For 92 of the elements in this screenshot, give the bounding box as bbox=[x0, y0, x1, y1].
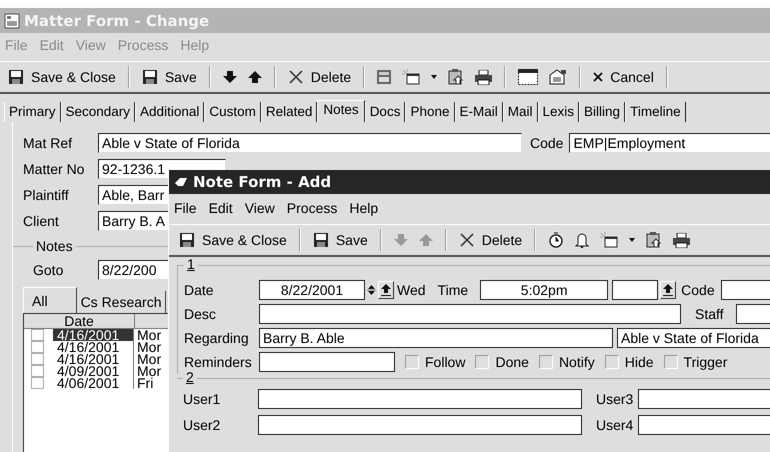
input-field[interactable] bbox=[259, 352, 395, 372]
delete-button[interactable]: Delete bbox=[454, 230, 526, 250]
save-button[interactable]: Save bbox=[308, 230, 372, 250]
list-cell: Mor bbox=[133, 353, 162, 365]
input-field[interactable] bbox=[638, 415, 770, 435]
list-cell[interactable]: 4/06/2001 bbox=[53, 377, 133, 389]
checkbox[interactable] bbox=[31, 365, 44, 377]
up-arrow-button[interactable] bbox=[660, 281, 676, 299]
group-title: Notes bbox=[33, 238, 76, 254]
input-field[interactable] bbox=[638, 389, 770, 409]
checkbox[interactable] bbox=[475, 355, 490, 369]
date-field[interactable]: 8/22/2001 bbox=[259, 280, 365, 300]
list-cell: Mor bbox=[133, 341, 162, 353]
list-cell[interactable]: 4/09/2001 bbox=[53, 365, 133, 377]
tab[interactable]: Secondary bbox=[60, 102, 136, 122]
field-label: Regarding bbox=[184, 330, 250, 346]
tab[interactable]: Notes bbox=[317, 100, 365, 122]
field-label: Date bbox=[184, 282, 215, 298]
tab[interactable]: Timeline bbox=[625, 102, 686, 122]
field-label: User1 bbox=[183, 391, 222, 407]
menu-item[interactable]: Help bbox=[349, 200, 378, 216]
field-label: Code bbox=[681, 282, 715, 298]
list-cell: Mor bbox=[133, 365, 162, 377]
up-arrow-button[interactable] bbox=[378, 281, 394, 299]
checkbox[interactable] bbox=[31, 377, 44, 389]
checkbox-label: Notify bbox=[558, 354, 595, 370]
delete-icon bbox=[458, 232, 475, 248]
field-label: Code bbox=[530, 135, 564, 151]
tab[interactable]: Additional bbox=[135, 102, 204, 122]
list-cell: Mor bbox=[133, 329, 162, 341]
checkbox[interactable] bbox=[538, 355, 553, 369]
field-label: Mat Ref bbox=[23, 135, 74, 151]
window-title: Matter Form - Change bbox=[24, 12, 210, 30]
field-label: Client bbox=[23, 213, 60, 229]
checkbox-label: Done bbox=[495, 354, 529, 370]
tab[interactable]: Billing bbox=[579, 102, 626, 122]
input-field[interactable] bbox=[258, 415, 582, 435]
menu-item[interactable]: Process bbox=[286, 200, 338, 216]
tab[interactable]: Custom bbox=[204, 102, 261, 122]
field-label: Time bbox=[438, 282, 468, 298]
tab[interactable]: Lexis bbox=[538, 102, 580, 122]
field-label: Staff bbox=[695, 306, 724, 322]
field-label: Plaintiff bbox=[23, 187, 70, 203]
weekday-text: Wed bbox=[397, 282, 426, 298]
checkbox[interactable] bbox=[31, 341, 44, 353]
field-label: Reminders bbox=[184, 354, 253, 370]
field-label: User2 bbox=[183, 417, 222, 433]
list-cell[interactable]: 4/16/2001 bbox=[53, 353, 133, 365]
field-label: Goto bbox=[32, 262, 64, 278]
tab[interactable]: Mail bbox=[502, 102, 538, 122]
list-cell: Fri bbox=[133, 377, 154, 389]
group-title: 2 bbox=[183, 369, 197, 385]
checkbox[interactable] bbox=[664, 355, 678, 369]
checkbox-label: Trigger bbox=[684, 354, 728, 370]
tab[interactable]: E-Mail bbox=[454, 102, 503, 122]
checkbox[interactable] bbox=[31, 353, 44, 365]
field-label: User3 bbox=[595, 391, 634, 407]
list-cell[interactable]: 4/16/2001 bbox=[53, 341, 133, 353]
tab[interactable]: Related bbox=[260, 102, 318, 122]
cancel-button[interactable]: Cancel bbox=[589, 67, 658, 87]
close-icon bbox=[593, 72, 604, 82]
field-label: Matter No bbox=[23, 161, 86, 177]
spinner-icon[interactable] bbox=[367, 283, 376, 297]
input-field[interactable]: Barry B. Able bbox=[259, 328, 613, 348]
checkbox[interactable] bbox=[31, 329, 44, 341]
checkbox[interactable] bbox=[405, 355, 419, 369]
save-button[interactable]: Save bbox=[138, 67, 201, 87]
group-title: 1 bbox=[184, 256, 198, 272]
save-button[interactable]: Save & Close bbox=[4, 67, 120, 87]
checkbox-label: Hide bbox=[624, 354, 654, 370]
input-field[interactable]: Able v State of Florida bbox=[617, 328, 770, 348]
input-field[interactable]: EMP|Employment bbox=[569, 133, 770, 153]
app-icon bbox=[4, 12, 20, 28]
input-field[interactable] bbox=[258, 389, 582, 409]
menu-item[interactable]: View bbox=[244, 200, 275, 216]
input-field[interactable] bbox=[720, 280, 770, 300]
tab[interactable]: Primary bbox=[4, 102, 60, 122]
input-field[interactable]: Able v State of Florida bbox=[98, 133, 522, 153]
tab[interactable]: Phone bbox=[405, 102, 454, 122]
delete-icon bbox=[288, 69, 304, 85]
input-field[interactable] bbox=[259, 304, 681, 324]
tab[interactable]: Docs bbox=[364, 102, 406, 122]
delete-button[interactable]: Delete bbox=[284, 67, 356, 87]
field-label: Desc bbox=[184, 306, 217, 322]
input-field[interactable] bbox=[736, 304, 770, 324]
save-button[interactable]: Save & Close bbox=[175, 230, 291, 250]
time-field[interactable]: 5:02pm bbox=[480, 280, 608, 300]
input-field[interactable] bbox=[612, 280, 658, 300]
checkbox[interactable] bbox=[604, 355, 619, 369]
list-cell[interactable]: 4/16/2001 bbox=[53, 329, 133, 341]
checkbox-label: Follow bbox=[425, 354, 466, 370]
field-label: User4 bbox=[595, 417, 634, 433]
